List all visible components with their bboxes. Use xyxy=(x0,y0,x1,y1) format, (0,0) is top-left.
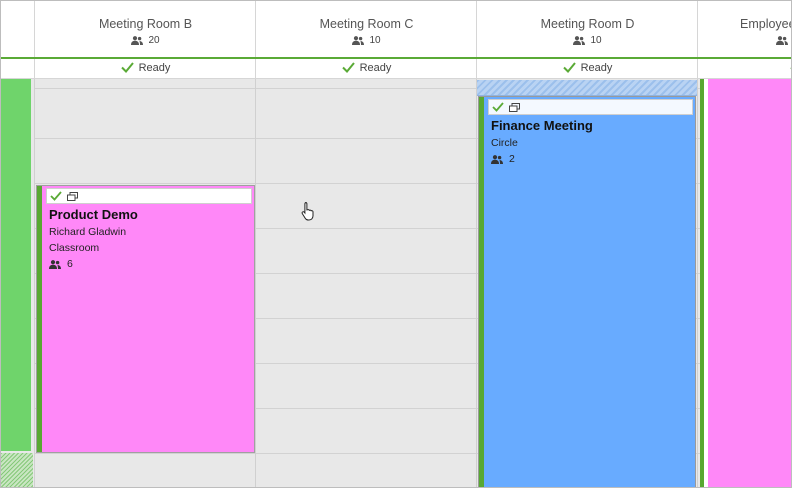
status-text: Ready xyxy=(580,62,613,74)
people-icon xyxy=(49,259,61,269)
attendee-count: 2 xyxy=(509,153,515,165)
check-icon xyxy=(341,62,355,73)
event-employee[interactable] xyxy=(700,79,791,487)
status-meeting-room-d: Ready xyxy=(476,59,698,78)
resource-name: Meeting Room B xyxy=(98,17,193,31)
status-meeting-room-c: Ready xyxy=(255,59,477,78)
event-finance-meeting[interactable]: Finance Meeting Circle 2 xyxy=(478,96,696,487)
event-attendees: 2 xyxy=(491,153,693,165)
unavailable-block xyxy=(477,80,697,96)
resource-header-row: Meeting Room B 20 Meeting Room C 10 Meet… xyxy=(1,1,792,59)
event-layout: Classroom xyxy=(49,242,100,254)
check-icon xyxy=(120,62,134,73)
resource-capacity: 10 xyxy=(590,35,602,46)
people-icon xyxy=(131,35,144,45)
status-text: Ready xyxy=(138,62,171,74)
check-icon xyxy=(50,191,62,201)
event-layout: Circle xyxy=(491,137,518,149)
resource-header-employee[interactable]: Employee xyxy=(697,1,792,57)
hand-cursor-icon xyxy=(301,202,314,221)
status-meeting-room-b: Ready xyxy=(34,59,256,78)
resource-status-row: Ready Ready Ready xyxy=(1,59,791,79)
resource-name: Meeting Room D xyxy=(540,17,635,31)
status-bar xyxy=(479,97,484,487)
event-product-demo[interactable]: Product Demo Richard Gladwin Classroom 6 xyxy=(36,185,255,453)
status-bar xyxy=(37,186,42,452)
people-icon xyxy=(352,35,365,45)
window-icon[interactable] xyxy=(509,102,520,112)
resource-column-meeting-room-c[interactable] xyxy=(255,79,477,487)
event-toolbar xyxy=(46,188,252,204)
people-icon xyxy=(776,35,788,45)
attendee-count: 6 xyxy=(67,258,73,270)
event-person: Richard Gladwin xyxy=(49,226,127,238)
event-title: Product Demo xyxy=(49,207,138,222)
resource-column-partial xyxy=(1,79,31,451)
people-icon xyxy=(573,35,586,45)
status-text: Ready xyxy=(359,62,392,74)
window-icon[interactable] xyxy=(67,191,78,201)
event-toolbar xyxy=(488,99,693,115)
resource-header-meeting-room-d[interactable]: Meeting Room D 10 xyxy=(476,1,698,57)
resource-name: Meeting Room C xyxy=(319,17,414,31)
unavailable-block xyxy=(1,453,33,487)
resource-name: Employee xyxy=(740,17,792,31)
event-attendees: 6 xyxy=(49,258,252,270)
resource-capacity: 10 xyxy=(369,35,381,46)
resource-header-meeting-room-b[interactable]: Meeting Room B 20 xyxy=(34,1,256,57)
scheduler-view: Meeting Room B 20 Meeting Room C 10 Meet… xyxy=(0,0,792,488)
check-icon xyxy=(492,102,504,112)
resource-capacity: 20 xyxy=(148,35,160,46)
status-employee xyxy=(697,59,791,78)
resource-header-meeting-room-c[interactable]: Meeting Room C 10 xyxy=(255,1,477,57)
people-icon xyxy=(491,154,503,164)
time-header-corner xyxy=(1,1,35,57)
check-icon xyxy=(562,62,576,73)
event-title: Finance Meeting xyxy=(491,118,593,133)
